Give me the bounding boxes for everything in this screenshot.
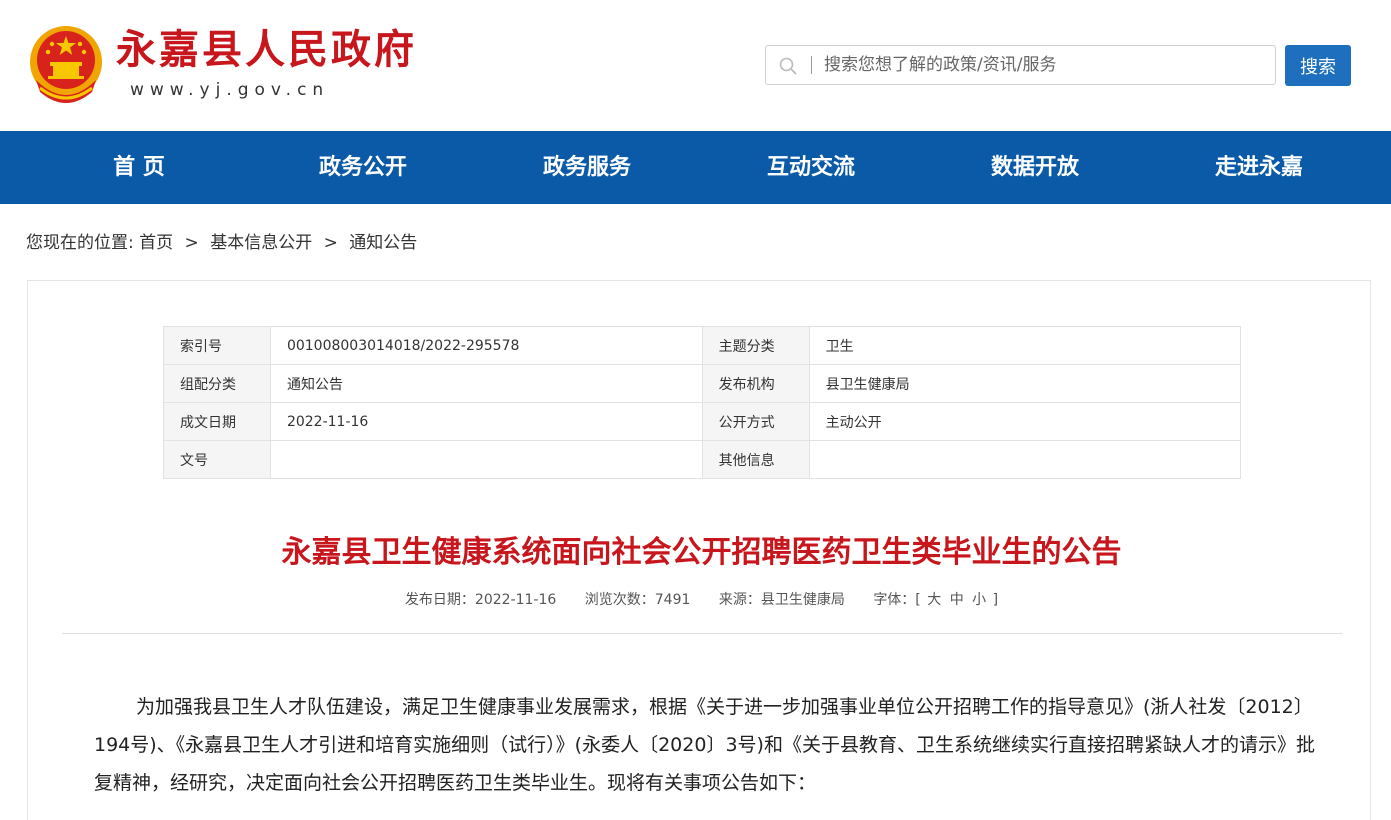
meta-key-other-info: 其他信息 <box>701 440 810 479</box>
meta-value-other-info <box>808 440 1242 479</box>
nav-item-interaction[interactable]: 互动交流 <box>711 131 911 204</box>
meta-key-category: 组配分类 <box>163 364 271 403</box>
article-title: 永嘉县卫生健康系统面向社会公开招聘医药卫生类毕业生的公告 <box>281 535 1122 570</box>
search-input[interactable] <box>824 46 1264 84</box>
breadcrumb: 您现在的位置: 首页 > 基本信息公开 > 通知公告 <box>26 231 417 255</box>
search-button[interactable]: 搜索 <box>1285 45 1351 86</box>
nav-item-open-data[interactable]: 数据开放 <box>935 131 1135 204</box>
view-count: 浏览次数：7491 <box>584 592 691 608</box>
nav-item-government-affairs-disclosure[interactable]: 政务公开 <box>263 131 463 204</box>
table-row: 文号 其他信息 <box>163 440 1242 479</box>
breadcrumb-item-basic-info[interactable]: 基本信息公开 <box>210 233 312 253</box>
font-size-medium-link[interactable]: 中 <box>950 592 964 608</box>
nav-item-government-services[interactable]: 政务服务 <box>487 131 687 204</box>
search-icon <box>779 57 797 75</box>
main-nav: 首 页 政务公开 政务服务 互动交流 数据开放 走进永嘉 <box>0 131 1391 204</box>
document-meta-table: 索引号 001008003014018/2022-295578 主题分类 卫生 … <box>163 326 1242 479</box>
meta-value-disclosure-method: 主动公开 <box>808 402 1242 441</box>
divider <box>62 633 1342 634</box>
site-header: 永嘉县人民政府 www.yj.gov.cn 搜索 <box>0 0 1391 131</box>
font-size-small-link[interactable]: 小 <box>972 592 986 608</box>
font-size-control: 字体：[ 大 中 小 ] <box>873 592 998 608</box>
meta-value-topic: 卫生 <box>808 326 1242 365</box>
meta-value-written-date: 2022-11-16 <box>269 402 703 441</box>
font-size-label: 字体：[ <box>873 592 921 608</box>
meta-key-disclosure-method: 公开方式 <box>701 402 810 441</box>
font-size-large-link[interactable]: 大 <box>927 592 941 608</box>
meta-value-document-number <box>269 440 703 479</box>
meta-value-index-number: 001008003014018/2022-295578 <box>269 326 703 365</box>
breadcrumb-separator: > <box>323 233 338 253</box>
meta-value-category: 通知公告 <box>269 364 703 403</box>
meta-value-publisher: 县卫生健康局 <box>808 364 1242 403</box>
publish-date: 发布日期：2022-11-16 <box>404 592 557 608</box>
meta-key-written-date: 成文日期 <box>163 402 271 441</box>
breadcrumb-item-home[interactable]: 首页 <box>139 233 173 253</box>
meta-key-publisher: 发布机构 <box>701 364 810 403</box>
nav-item-about-yongjia[interactable]: 走进永嘉 <box>1159 131 1359 204</box>
table-row: 成文日期 2022-11-16 公开方式 主动公开 <box>163 402 1242 441</box>
meta-key-topic: 主题分类 <box>701 326 810 365</box>
breadcrumb-separator: > <box>184 233 199 253</box>
search-separator <box>811 56 812 74</box>
site-title[interactable]: 永嘉县人民政府 <box>116 26 417 74</box>
search-box <box>765 45 1276 85</box>
table-row: 组配分类 通知公告 发布机构 县卫生健康局 <box>163 364 1242 403</box>
table-row: 索引号 001008003014018/2022-295578 主题分类 卫生 <box>163 326 1242 365</box>
article-meta: 发布日期：2022-11-16 浏览次数：7491 来源：县卫生健康局 字体：[… <box>0 590 1391 610</box>
breadcrumb-item-notices[interactable]: 通知公告 <box>349 233 417 253</box>
article-body-paragraph: 为加强我县卫生人才队伍建设，满足卫生健康事业发展需求，根据《关于进一步加强事业单… <box>94 696 1315 794</box>
breadcrumb-prefix: 您现在的位置: <box>26 233 134 253</box>
nav-item-home[interactable]: 首 页 <box>39 131 239 204</box>
site-url: www.yj.gov.cn <box>130 80 330 100</box>
meta-key-index-number: 索引号 <box>163 326 271 365</box>
font-size-close: ] <box>992 592 999 608</box>
meta-key-document-number: 文号 <box>163 440 271 479</box>
national-emblem-icon[interactable] <box>26 22 106 108</box>
article-source: 来源：县卫生健康局 <box>718 592 845 608</box>
